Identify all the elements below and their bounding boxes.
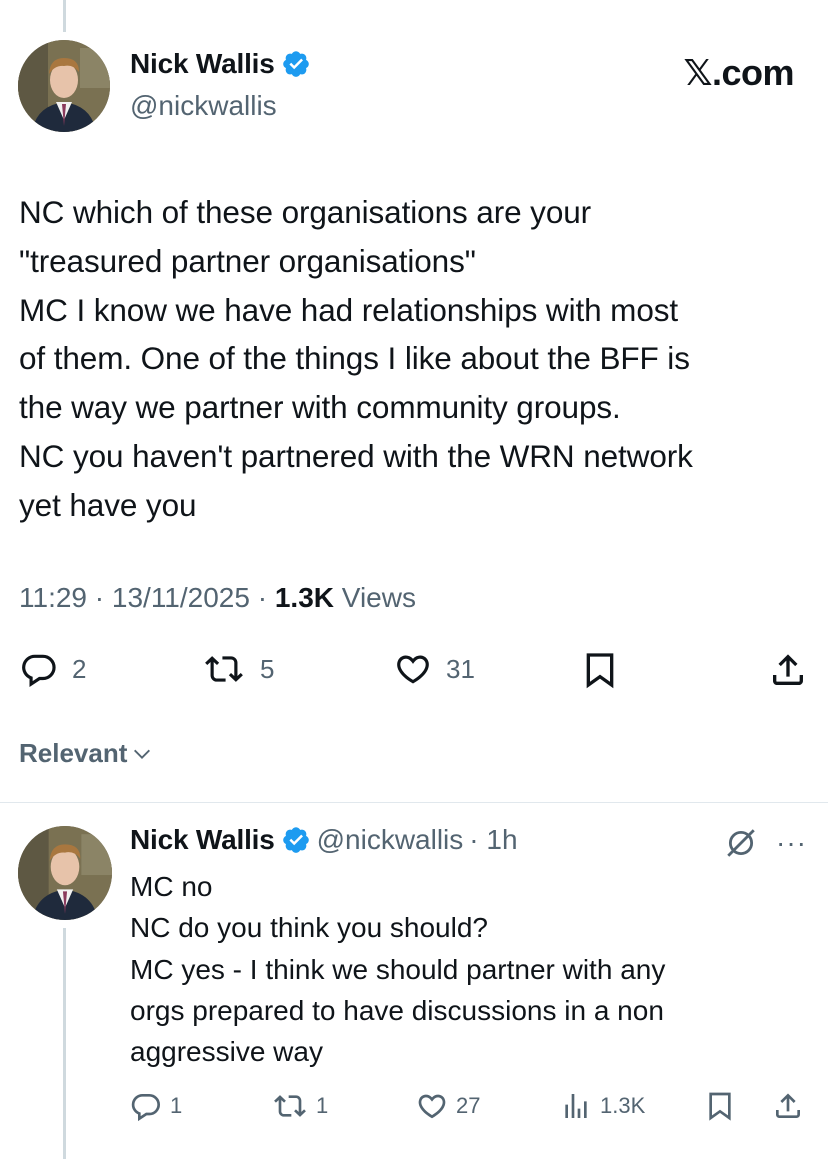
reply-author-name[interactable]: Nick Wallis: [130, 824, 275, 856]
author-name[interactable]: Nick Wallis: [130, 48, 275, 80]
like-button[interactable]: 31: [394, 650, 475, 688]
reply-avatar[interactable]: [18, 826, 112, 920]
bookmark-button[interactable]: [580, 650, 620, 690]
like-count: 31: [446, 653, 475, 684]
like-icon: [397, 655, 429, 684]
reply-line: aggressive way: [130, 1036, 323, 1068]
x-watermark-logo: 𝕏.com: [683, 52, 794, 93]
reply-action-bar: 1 1 27 1.3K: [0, 1088, 828, 1122]
more-icon[interactable]: ···: [776, 827, 807, 859]
tweet-line: of them. One of the things I like about …: [19, 340, 690, 377]
reply-share-button[interactable]: [772, 1090, 804, 1122]
meta-separator: ·: [94, 582, 105, 613]
no-grok-icon[interactable]: [724, 826, 758, 865]
reply-icon: [131, 1093, 160, 1122]
repost-icon: [205, 656, 243, 682]
reply-repost-button[interactable]: 1: [272, 1090, 328, 1122]
reply-reply-count: 1: [170, 1093, 183, 1118]
reply-line: orgs prepared to have discussions in a n…: [130, 994, 664, 1026]
tweet-line: MC I know we have had relationships with…: [19, 291, 679, 328]
tweet-line: the way we partner with community groups…: [19, 389, 621, 426]
tweet-time[interactable]: 11:29: [19, 582, 87, 613]
main-author-name-row: Nick Wallis: [130, 48, 311, 80]
share-icon: [773, 654, 803, 685]
tweet-action-bar: 2 5 31: [0, 648, 828, 692]
tweet-text: NC which of these organisations are your…: [19, 188, 819, 530]
reply-views-button[interactable]: 1.3K: [560, 1090, 645, 1122]
reply-like-count: 27: [456, 1093, 481, 1118]
sort-label: Relevant: [19, 738, 128, 768]
reply-text: MC no NC do you think you should? MC yes…: [130, 866, 665, 1072]
tweet-line: yet have you: [19, 486, 197, 523]
tweet-date[interactable]: 13/11/2025: [112, 582, 250, 613]
reply-line: MC no: [130, 871, 213, 902]
reply-icon: [22, 654, 56, 687]
reply-line: MC yes - I think we should partner with …: [130, 953, 666, 985]
reply-count: 2: [72, 653, 87, 684]
tweet-line: NC you haven't partnered with the WRN ne…: [19, 437, 693, 474]
views-icon: [565, 1094, 587, 1118]
bookmark-icon: [709, 1092, 731, 1121]
reply-age[interactable]: · 1h: [469, 824, 517, 856]
reply-views-count: 1.3K: [600, 1093, 646, 1118]
tweet-line: NC which of these organisations are your: [19, 194, 592, 230]
share-button[interactable]: [768, 650, 808, 690]
reply-bookmark-button[interactable]: [704, 1090, 736, 1122]
views-count: 1.3K: [274, 582, 334, 613]
author-handle[interactable]: @nickwallis: [130, 90, 277, 122]
avatar[interactable]: [18, 40, 110, 132]
tweet-meta: 11:29 · 13/11/2025 · 1.3K Views: [19, 582, 416, 614]
repost-count: 5: [260, 653, 275, 684]
verified-badge-icon: [281, 49, 311, 79]
reply-line: NC do you think you should?: [130, 912, 488, 944]
reply-like-button[interactable]: 27: [416, 1090, 480, 1122]
reply-button[interactable]: 2: [20, 650, 86, 688]
section-divider: [0, 802, 828, 803]
share-icon: [776, 1093, 800, 1118]
reply-reply-button[interactable]: 1: [130, 1090, 182, 1122]
verified-badge-icon: [281, 825, 311, 855]
like-icon: [418, 1094, 446, 1119]
tweet-line: "treasured partner organisations": [19, 242, 476, 279]
reply-repost-count: 1: [316, 1093, 329, 1118]
sort-dropdown[interactable]: Relevant: [19, 738, 153, 769]
reply-header: Nick Wallis @nickwallis · 1h: [130, 824, 518, 856]
reply-handle[interactable]: @nickwallis: [317, 824, 464, 856]
bookmark-icon: [586, 653, 614, 689]
thread-line-top: [63, 0, 66, 32]
chevron-down-icon: [134, 749, 151, 759]
thread-line-bottom: [63, 928, 66, 1159]
views-label: Views: [341, 582, 416, 613]
repost-icon: [274, 1095, 306, 1117]
meta-separator: ·: [257, 582, 268, 613]
repost-button[interactable]: 5: [202, 650, 274, 688]
